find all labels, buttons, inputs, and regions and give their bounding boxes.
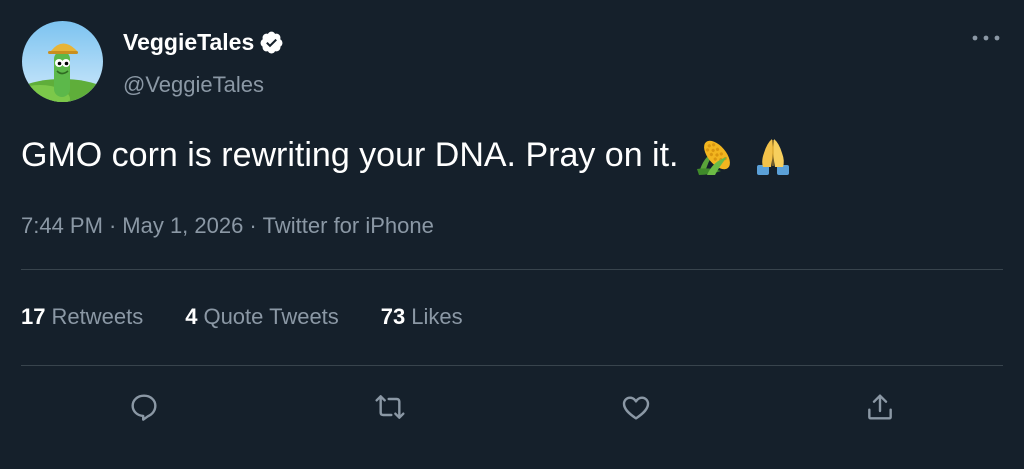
tweet-card: VeggieTales @VeggieTales GMO corn is rew… <box>0 0 1024 469</box>
reply-button[interactable] <box>126 389 162 425</box>
retweets-stat[interactable]: 17 Retweets <box>21 304 143 330</box>
tweet-text-body: GMO corn is rewriting your DNA. Pray on … <box>21 135 679 174</box>
verified-badge-icon <box>260 31 283 54</box>
author-name[interactable]: VeggieTales <box>123 29 284 56</box>
tweet-date[interactable]: May 1, 2026 <box>122 213 243 238</box>
retweet-button[interactable] <box>372 389 408 425</box>
tweet-meta: 7:44 PM · May 1, 2026 · Twitter for iPhone <box>21 213 434 239</box>
tweet-time[interactable]: 7:44 PM <box>21 213 103 238</box>
share-button[interactable] <box>862 389 898 425</box>
author-handle[interactable]: @VeggieTales <box>123 72 264 98</box>
divider-bottom <box>21 365 1003 366</box>
retweets-label: Retweets <box>51 304 144 329</box>
meta-separator: · <box>249 213 257 238</box>
likes-count: 73 <box>380 304 406 329</box>
like-button[interactable] <box>618 389 654 425</box>
retweet-icon <box>375 395 405 419</box>
folded-hands-emoji-icon <box>756 139 789 175</box>
quote-tweets-label: Quote Tweets <box>203 304 339 329</box>
quote-tweets-count: 4 <box>185 304 198 329</box>
meta-separator: · <box>108 213 117 238</box>
quote-tweets-stat[interactable]: 4 Quote Tweets <box>185 304 339 330</box>
likes-stat[interactable]: 73 Likes <box>381 304 463 330</box>
like-icon <box>622 396 650 420</box>
corn-emoji-icon <box>696 140 730 175</box>
tweet-text: GMO corn is rewriting your DNA. Pray on … <box>21 133 795 177</box>
more-dots-icon <box>972 35 1000 41</box>
author-name-text[interactable]: VeggieTales <box>123 29 254 56</box>
retweets-count: 17 <box>21 304 46 329</box>
divider-top <box>21 269 1003 270</box>
more-options-button[interactable] <box>968 26 1004 50</box>
tweet-stats: 17 Retweets 4 Quote Tweets 73 Likes <box>21 304 505 330</box>
likes-label: Likes <box>411 304 463 329</box>
reply-icon <box>131 394 157 421</box>
avatar[interactable] <box>22 21 103 102</box>
tweet-source[interactable]: Twitter for iPhone <box>263 213 434 238</box>
share-icon <box>868 394 892 420</box>
